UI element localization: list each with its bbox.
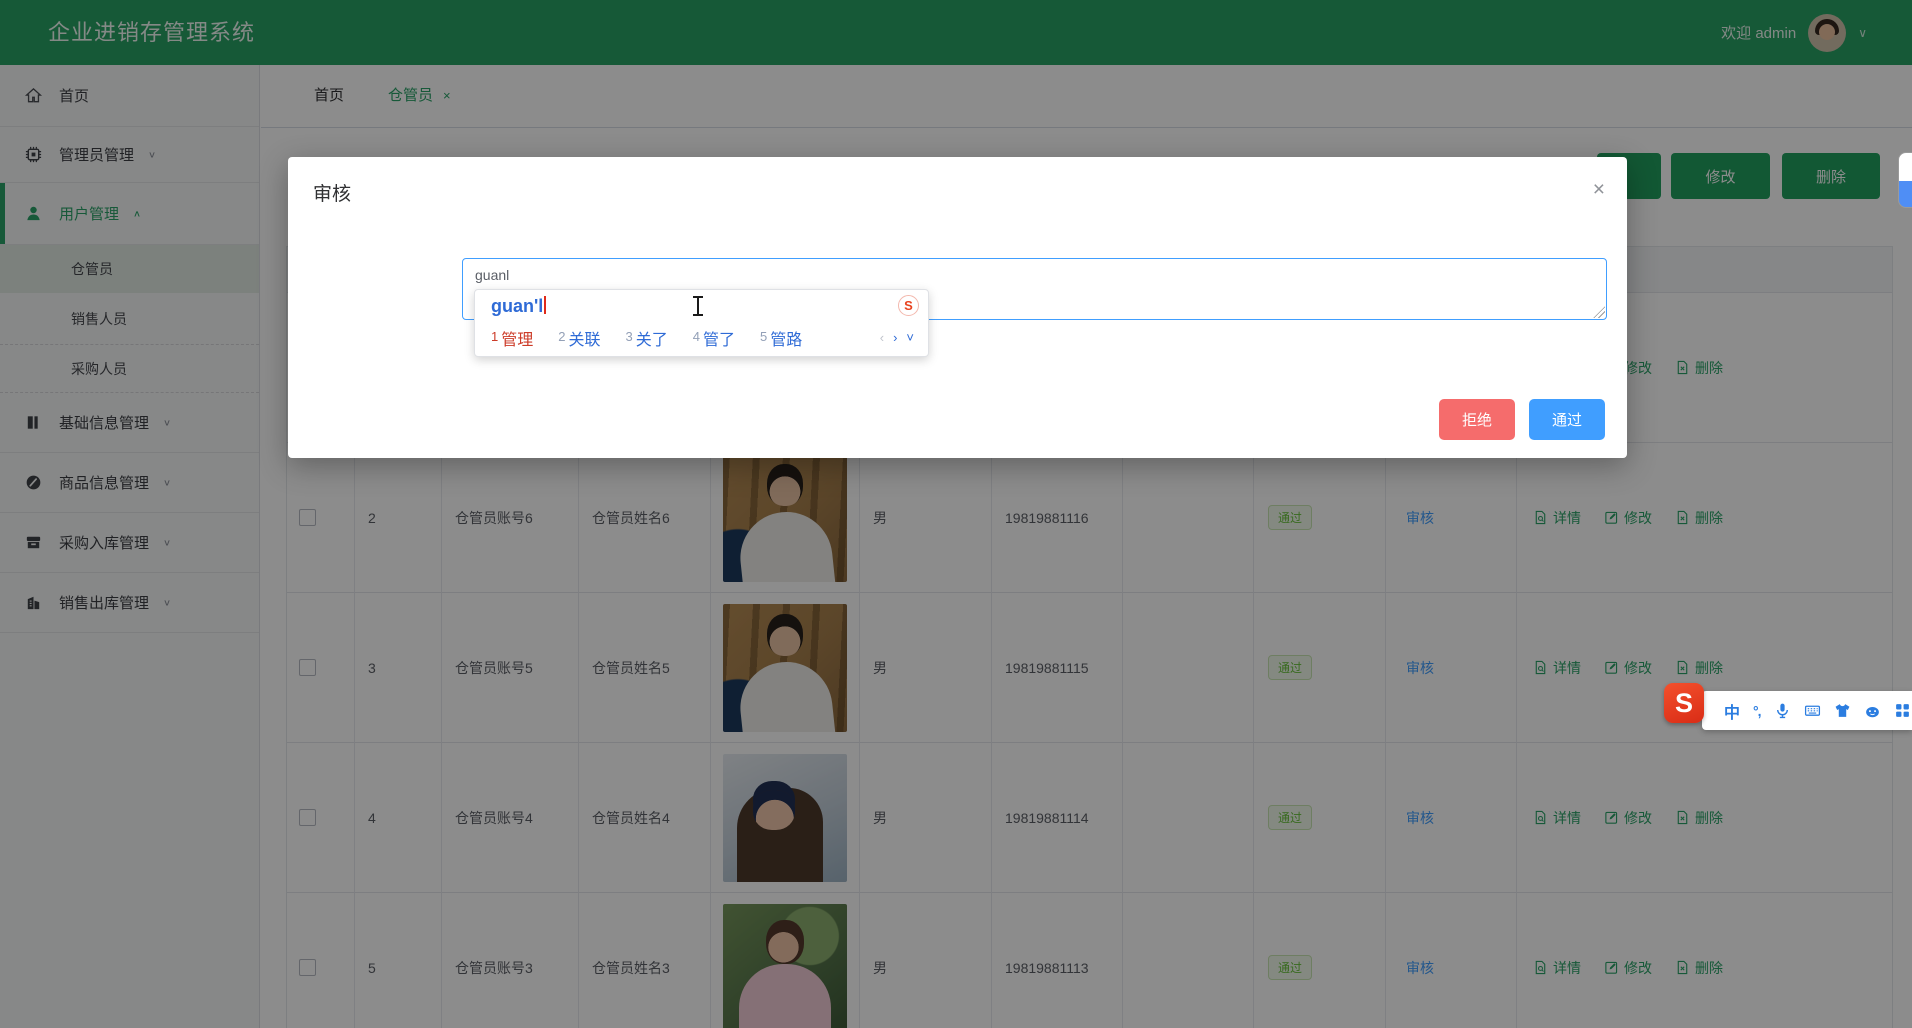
ibeam-cursor [693, 296, 703, 316]
dialog-title: 审核 [313, 184, 352, 205]
sogou-logo-icon: S [898, 295, 919, 316]
microphone-icon[interactable] [1774, 702, 1791, 719]
tshirt-skin-icon[interactable] [1834, 702, 1851, 719]
pager-next-icon[interactable]: › [893, 330, 897, 345]
approve-button[interactable]: 通过 [1529, 399, 1605, 440]
ime-candidate[interactable]: 4 管了 [693, 326, 735, 350]
ime-candidate[interactable]: 1 管理 [491, 326, 533, 350]
ime-pager: ‹ › ˅ [880, 330, 914, 345]
resize-grip[interactable] [1593, 306, 1605, 318]
dialog-close-icon[interactable]: × [1593, 179, 1605, 200]
scroll-widget[interactable] [1898, 152, 1912, 208]
chinese-mode-icon[interactable]: 中 [1724, 699, 1740, 723]
ime-candidate[interactable]: 2 关联 [558, 326, 600, 350]
ime-composition: guan'l [491, 296, 547, 317]
ime-candidate[interactable]: 5 管路 [760, 326, 802, 350]
keyboard-icon[interactable] [1804, 702, 1821, 719]
pager-prev-icon[interactable]: ‹ [880, 330, 884, 345]
sogou-toolbar: S 中 °, [1664, 683, 1912, 730]
ime-candidate-list: 1 管理 2 关联 3 关了 4 管了 5 管路 [491, 326, 802, 350]
emoji-face-icon[interactable] [1864, 702, 1881, 719]
pager-more-icon[interactable]: ˅ [906, 330, 914, 345]
ime-caret [544, 296, 547, 314]
ime-candidate[interactable]: 3 关了 [626, 326, 668, 350]
modal-overlay[interactable] [0, 0, 1912, 1028]
sogou-s-logo-icon[interactable]: S [1664, 683, 1704, 723]
screen: 企业进销存管理系统 欢迎 admin ∨ 首页 管理员管理 ∨ 用户管理 ∧ 仓… [0, 0, 1912, 1028]
grid-more-icon[interactable] [1894, 702, 1911, 719]
reject-button[interactable]: 拒绝 [1439, 399, 1515, 440]
punctuation-icon[interactable]: °, [1753, 703, 1761, 719]
